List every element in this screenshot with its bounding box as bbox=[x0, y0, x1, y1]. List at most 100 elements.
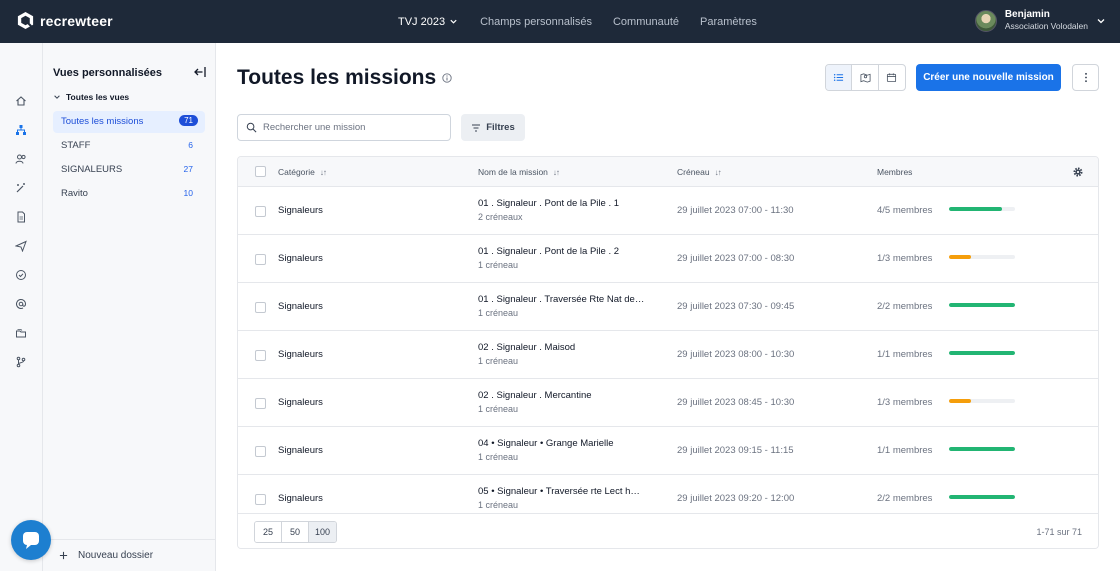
new-folder-button[interactable]: Nouveau dossier bbox=[59, 550, 153, 561]
org-chart-icon[interactable] bbox=[14, 123, 28, 137]
row-mission-name[interactable]: 02 . Signaleur . Maisod bbox=[478, 342, 575, 353]
row-slot: 29 juillet 2023 07:00 - 08:30 bbox=[677, 253, 795, 264]
page-size-100-button[interactable]: 100 bbox=[309, 522, 336, 542]
members-progress-fill bbox=[949, 303, 1015, 307]
check-circle-icon[interactable] bbox=[14, 268, 28, 282]
row-category: Signaleurs bbox=[278, 205, 323, 216]
table-footer: 25 50 100 1-71 sur 71 bbox=[238, 513, 1098, 548]
view-item-ravito[interactable]: Ravito 10 bbox=[53, 183, 205, 205]
brand-name: recrewteer bbox=[40, 12, 113, 29]
nav-community[interactable]: Communauté bbox=[613, 16, 679, 28]
icon-rail bbox=[0, 43, 43, 571]
column-header-members: Membres bbox=[877, 167, 912, 177]
table-row[interactable]: Signaleurs 02 . Signaleur . Maisod 1 cré… bbox=[238, 331, 1098, 379]
row-category: Signaleurs bbox=[278, 397, 323, 408]
row-mission-name[interactable]: 04 • Signaleur • Grange Marielle bbox=[478, 438, 614, 449]
view-item-all-missions[interactable]: Toutes les missions 71 bbox=[53, 111, 205, 133]
members-progress-fill bbox=[949, 351, 1015, 355]
sort-icon: ↓↑ bbox=[552, 167, 560, 177]
column-header-slot[interactable]: Créneau ↓↑ bbox=[677, 167, 722, 177]
row-mission-name[interactable]: 05 • Signaleur • Traversée rte Lect h… bbox=[478, 486, 640, 497]
row-mission-name[interactable]: 02 . Signaleur . Mercantine bbox=[478, 390, 592, 401]
table-row[interactable]: Signaleurs 05 • Signaleur • Traversée rt… bbox=[238, 475, 1098, 513]
row-checkbox[interactable] bbox=[255, 206, 266, 217]
view-label: Ravito bbox=[61, 188, 88, 199]
brand-logo[interactable]: recrewteer bbox=[16, 11, 113, 30]
column-label: Membres bbox=[877, 167, 913, 177]
table-row[interactable]: Signaleurs 04 • Signaleur • Grange Marie… bbox=[238, 427, 1098, 475]
column-label: Nom de la mission bbox=[478, 167, 548, 177]
table-row[interactable]: Signaleurs 01 . Signaleur . Pont de la P… bbox=[238, 235, 1098, 283]
list-view-button[interactable] bbox=[826, 65, 853, 90]
members-progress-bar bbox=[949, 447, 1015, 451]
calendar-view-button[interactable] bbox=[879, 65, 905, 90]
view-count: 27 bbox=[183, 164, 193, 174]
page-title: Toutes les missions bbox=[237, 66, 452, 90]
row-members: 4/5 membres bbox=[877, 205, 933, 216]
map-view-button[interactable] bbox=[852, 65, 879, 90]
search-input[interactable] bbox=[263, 122, 443, 133]
row-checkbox[interactable] bbox=[255, 398, 266, 409]
members-progress-fill bbox=[949, 447, 1015, 451]
event-selector[interactable]: TVJ 2023 bbox=[398, 16, 458, 28]
gear-icon[interactable] bbox=[1072, 166, 1084, 178]
send-icon[interactable] bbox=[14, 239, 28, 253]
branch-icon[interactable] bbox=[14, 355, 28, 369]
views-panel-footer: Nouveau dossier bbox=[43, 539, 216, 571]
filters-button[interactable]: Filtres bbox=[461, 114, 525, 141]
more-options-button[interactable] bbox=[1072, 64, 1099, 91]
at-sign-icon[interactable] bbox=[14, 297, 28, 311]
row-members: 1/3 membres bbox=[877, 253, 933, 264]
views-group-toggle[interactable]: Toutes les vues bbox=[53, 92, 129, 102]
folders-icon[interactable] bbox=[14, 326, 28, 340]
row-checkbox[interactable] bbox=[255, 494, 266, 505]
view-label: Toutes les missions bbox=[61, 116, 144, 127]
top-nav: TVJ 2023 Champs personnalisés Communauté… bbox=[398, 0, 778, 43]
page-size-50-button[interactable]: 50 bbox=[282, 522, 309, 542]
users-icon[interactable] bbox=[14, 152, 28, 166]
sort-icon: ↓↑ bbox=[714, 167, 722, 177]
collapse-panel-icon[interactable] bbox=[193, 65, 207, 79]
chevron-down-icon bbox=[1097, 18, 1105, 23]
view-count-badge: 71 bbox=[179, 115, 198, 126]
nav-settings[interactable]: Paramètres bbox=[700, 16, 757, 28]
nav-custom-fields[interactable]: Champs personnalisés bbox=[480, 16, 592, 28]
user-menu[interactable]: Benjamin Association Volodalen bbox=[974, 9, 1106, 32]
row-mission-name[interactable]: 01 . Signaleur . Pont de la Pile . 1 bbox=[478, 198, 619, 209]
column-header-category[interactable]: Catégorie ↓↑ bbox=[278, 167, 327, 177]
row-checkbox[interactable] bbox=[255, 446, 266, 457]
row-mission-name[interactable]: 01 . Signaleur . Traversée Rte Nat de… bbox=[478, 294, 644, 305]
row-category: Signaleurs bbox=[278, 349, 323, 360]
row-mission-name[interactable]: 01 . Signaleur . Pont de la Pile . 2 bbox=[478, 246, 619, 257]
members-progress-fill bbox=[949, 399, 971, 403]
row-members: 1/1 membres bbox=[877, 445, 933, 456]
new-folder-label: Nouveau dossier bbox=[78, 550, 154, 561]
home-icon[interactable] bbox=[14, 94, 28, 108]
view-item-staff[interactable]: STAFF 6 bbox=[53, 135, 205, 157]
row-members: 1/3 membres bbox=[877, 397, 933, 408]
column-label: Créneau bbox=[677, 167, 710, 177]
row-checkbox[interactable] bbox=[255, 302, 266, 313]
row-checkbox[interactable] bbox=[255, 254, 266, 265]
info-icon[interactable] bbox=[442, 73, 452, 83]
avatar bbox=[974, 9, 997, 32]
view-item-signaleurs[interactable]: SIGNALEURS 27 bbox=[53, 159, 205, 181]
plus-icon bbox=[59, 551, 68, 560]
members-progress-fill bbox=[949, 207, 1002, 211]
document-icon[interactable] bbox=[14, 210, 28, 224]
column-header-name[interactable]: Nom de la mission ↓↑ bbox=[478, 167, 560, 177]
page-size-25-button[interactable]: 25 bbox=[255, 522, 282, 542]
chat-launcher-button[interactable] bbox=[11, 520, 51, 560]
table-row[interactable]: Signaleurs 01 . Signaleur . Traversée Rt… bbox=[238, 283, 1098, 331]
row-members: 2/2 membres bbox=[877, 301, 933, 312]
row-checkbox[interactable] bbox=[255, 350, 266, 361]
select-all-checkbox[interactable] bbox=[255, 166, 266, 177]
table-row[interactable]: Signaleurs 02 . Signaleur . Mercantine 1… bbox=[238, 379, 1098, 427]
create-mission-button[interactable]: Créer une nouvelle mission bbox=[916, 64, 1061, 91]
row-slot-count: 1 créneau bbox=[478, 500, 519, 510]
magic-wand-icon[interactable] bbox=[14, 181, 28, 195]
filters-label: Filtres bbox=[486, 122, 515, 133]
column-label: Catégorie bbox=[278, 167, 315, 177]
row-slot: 29 juillet 2023 07:00 - 11:30 bbox=[677, 205, 794, 216]
table-row[interactable]: Signaleurs 01 . Signaleur . Pont de la P… bbox=[238, 187, 1098, 235]
